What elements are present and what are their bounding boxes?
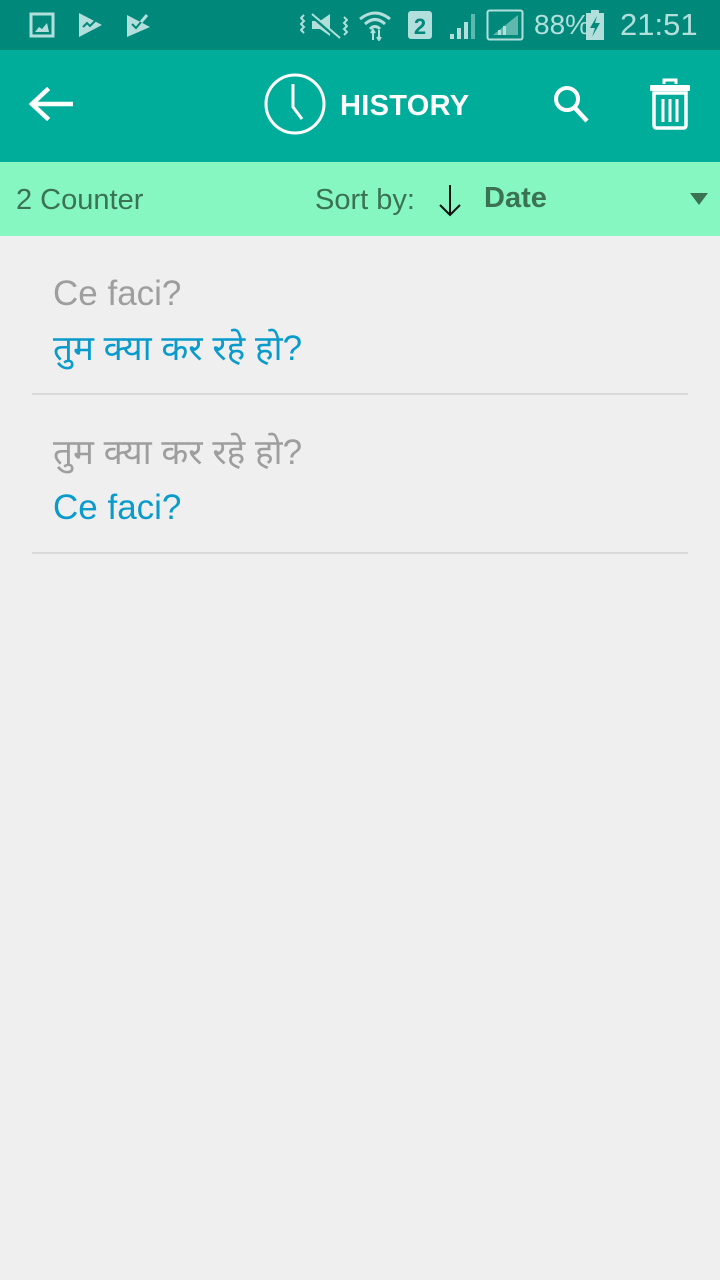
search-icon — [553, 84, 591, 129]
translation-text: Ce faci? — [53, 488, 182, 527]
sim-2-icon: 2 — [406, 10, 434, 40]
page-title: HISTORY — [264, 73, 470, 140]
source-text: Ce faci? — [53, 274, 182, 313]
svg-text:2: 2 — [414, 14, 426, 39]
chevron-down-icon[interactable] — [690, 193, 708, 205]
source-text: तुम क्या कर रहे हो? — [53, 433, 303, 472]
back-button[interactable] — [16, 74, 84, 138]
history-counter: 2 Counter — [16, 184, 144, 216]
sort-bar: 2 Counter Sort by: Date — [0, 162, 720, 236]
wifi-icon — [358, 10, 392, 41]
trash-icon — [649, 78, 691, 135]
sort-value[interactable]: Date — [484, 180, 547, 216]
battery-percent: 88% — [534, 9, 591, 40]
arrow-back-icon — [27, 86, 74, 126]
vibrate-mute-icon — [300, 10, 348, 40]
app-bar: HISTORY — [0, 50, 720, 162]
sort-descending-icon[interactable] — [436, 182, 464, 218]
clock-time: 21:51 — [620, 7, 698, 42]
history-item[interactable]: Ce faci? तुम क्या कर रहे हो? — [32, 236, 688, 395]
search-button[interactable] — [540, 74, 604, 138]
play-store-icon — [76, 10, 104, 40]
gallery-icon — [28, 10, 56, 40]
signal-sim-icon — [486, 9, 524, 41]
delete-all-button[interactable] — [638, 74, 702, 138]
history-item[interactable]: तुम क्या कर रहे हो? Ce faci? — [32, 395, 688, 554]
signal-icon — [448, 10, 482, 40]
task-check-icon — [124, 10, 152, 40]
clock-icon — [264, 73, 326, 140]
battery-charging-icon — [584, 10, 606, 40]
translation-text: तुम क्या कर रहे हो? — [53, 329, 303, 368]
sort-label: Sort by: — [315, 184, 415, 216]
history-list: Ce faci? तुम क्या कर रहे हो? तुम क्या कर… — [0, 236, 720, 554]
status-bar: 2 88% 21:51 — [0, 0, 720, 50]
title-text: HISTORY — [340, 89, 470, 122]
